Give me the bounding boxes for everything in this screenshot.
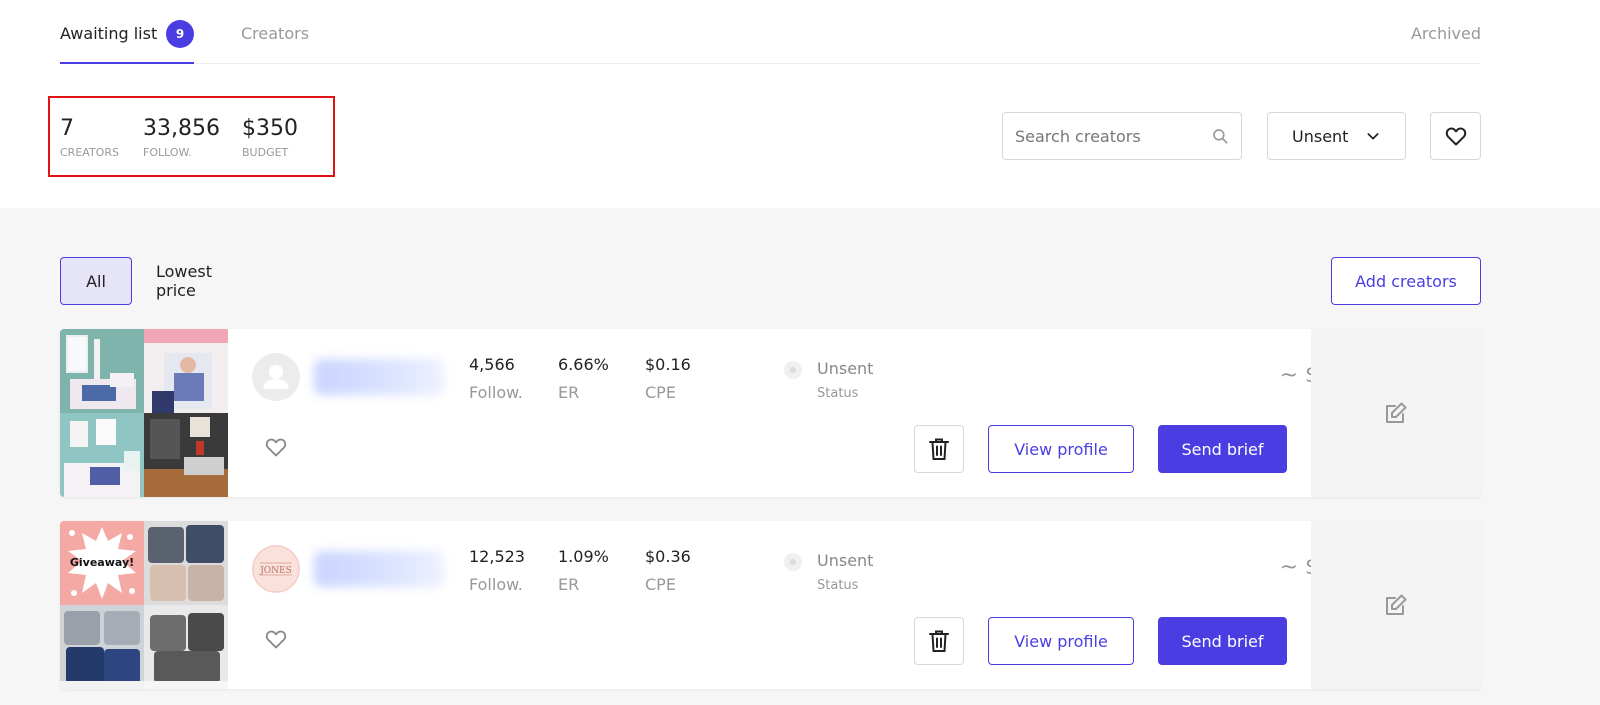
delete-button[interactable] [914,617,964,665]
status-block: Unsent Status [817,359,873,403]
stat-budget-value: $350 [242,116,298,141]
tab-creators[interactable]: Creators [241,24,309,43]
header-area: Awaiting list 9 Creators Archived 7 CREA… [0,0,1600,208]
edit-icon [1386,402,1407,423]
trash-icon [929,438,949,460]
metric-followers: 4,566 Follow. [469,355,523,403]
status-filter-value: Unsent [1292,126,1349,146]
heart-icon [1445,127,1466,146]
stat-budget-label: BUDGET [242,146,289,159]
tab-archived[interactable]: Archived [1411,24,1481,43]
creator-avatar[interactable]: JONES [252,545,300,593]
stat-creators-value: 7 [60,116,74,141]
cpe-label: CPE [645,383,676,402]
favorites-button[interactable] [1430,112,1481,160]
send-brief-button[interactable]: Send brief [1158,617,1287,665]
post-thumbnail [144,521,228,605]
trash-icon [929,630,949,652]
filter-lowest-price[interactable]: Lowest price [156,257,256,305]
followers-value: 4,566 [469,355,515,374]
chevron-down-icon [1367,133,1379,140]
avatar-jones-text: JONES [259,566,292,576]
view-profile-button[interactable]: View profile [988,425,1134,473]
metric-cpe: $0.16 CPE [645,355,691,403]
stat-followers-value: 33,856 [143,116,220,141]
tab-awaiting-list[interactable]: Awaiting list 9 [60,20,194,64]
creator-name-redacted[interactable] [314,359,444,395]
user-avatar-icon[interactable] [252,353,300,401]
edit-button[interactable] [1311,329,1481,497]
metric-er: 6.66% ER [558,355,609,403]
followers-label: Follow. [469,575,523,594]
search-box [1002,112,1242,160]
edit-icon [1386,594,1407,615]
gallery-giveaway-text: Giveaway! [70,556,134,569]
metric-followers: 12,523 Follow. [469,547,525,595]
er-value: 6.66% [558,355,609,374]
cpe-value: $0.16 [645,355,691,374]
search-input[interactable] [1015,126,1211,146]
metric-cpe: $0.36 CPE [645,547,691,595]
status-block: Unsent Status [817,551,873,595]
followers-label: Follow. [469,383,523,402]
post-thumbnail: Giveaway! [60,521,144,605]
send-brief-button[interactable]: Send brief [1158,425,1287,473]
post-thumbnail [144,605,228,689]
filter-all[interactable]: All [60,257,132,305]
stat-creators-label: CREATORS [60,146,119,159]
metric-er: 1.09% ER [558,547,609,595]
post-thumbnail [60,329,144,413]
view-profile-button[interactable]: View profile [988,617,1134,665]
post-thumbnail [144,329,228,413]
tab-awaiting-label: Awaiting list [60,24,158,43]
status-indicator [784,361,802,379]
post-thumbnail [60,413,144,497]
heart-icon[interactable] [264,435,288,459]
status-value: Unsent [817,551,874,570]
er-label: ER [558,575,580,594]
stat-followers-label: FOLLOW. [143,146,192,159]
cpe-label: CPE [645,575,676,594]
status-indicator [784,553,802,571]
creator-card: Giveaway! JONES 12,523 Follow. 1.09% ER … [60,521,1481,689]
stat-creators: 7 CREATORS [60,116,119,159]
post-gallery[interactable] [60,329,228,497]
er-value: 1.09% [558,547,609,566]
awaiting-count-badge: 9 [166,20,194,48]
creator-name-redacted[interactable] [314,551,444,587]
status-value: Unsent [817,359,874,378]
search-icon[interactable] [1211,127,1229,145]
add-creators-button[interactable]: Add creators [1331,257,1481,305]
tab-bar: Awaiting list 9 Creators Archived [60,0,1481,64]
status-label: Status [817,578,859,593]
delete-button[interactable] [914,425,964,473]
status-label: Status [817,386,859,401]
followers-value: 12,523 [469,547,525,566]
creator-card: 4,566 Follow. 6.66% ER $0.16 CPE Unsent … [60,329,1481,497]
post-gallery[interactable]: Giveaway! [60,521,228,689]
status-filter-select[interactable]: Unsent [1267,112,1406,160]
cpe-value: $0.36 [645,547,691,566]
heart-icon[interactable] [264,627,288,651]
stat-budget: $350 BUDGET [242,116,298,159]
post-thumbnail [144,413,228,497]
stat-followers: 33,856 FOLLOW. [143,116,220,159]
er-label: ER [558,383,580,402]
summary-stats: 7 CREATORS 33,856 FOLLOW. $350 BUDGET [48,96,335,177]
edit-button[interactable] [1311,521,1481,689]
post-thumbnail [60,605,144,689]
